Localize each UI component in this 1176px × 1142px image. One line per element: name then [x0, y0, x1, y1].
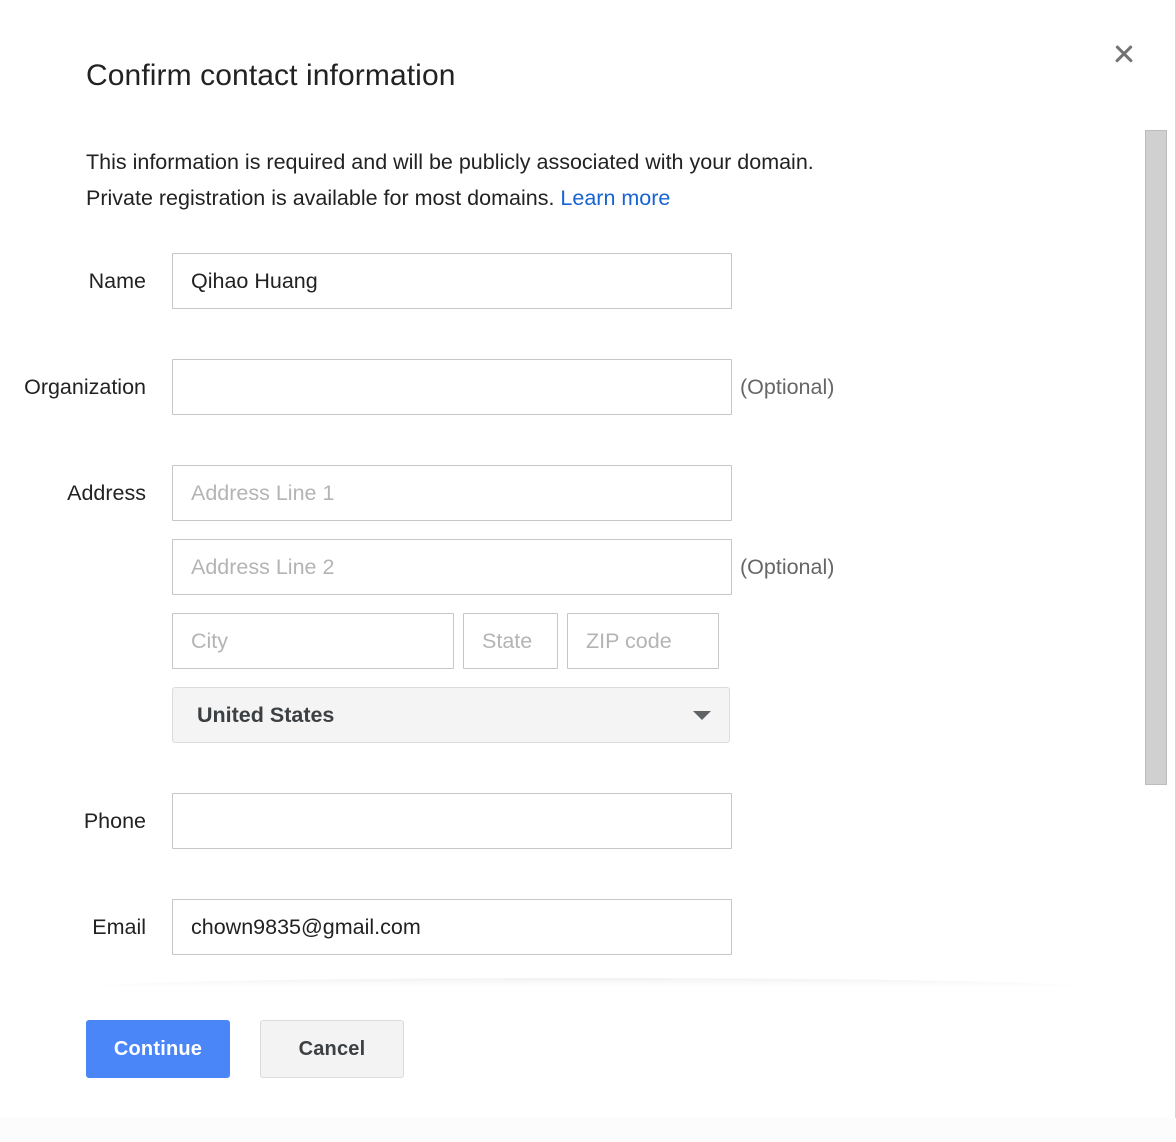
- organization-input[interactable]: [172, 359, 732, 415]
- description-line-2: Private registration is available for mo…: [86, 186, 555, 210]
- address-line2-row: (Optional): [172, 539, 834, 595]
- email-label: Email: [92, 915, 146, 939]
- organization-optional-note: (Optional): [740, 375, 835, 399]
- scrollbar-thumb[interactable]: [1145, 130, 1167, 785]
- chevron-down-icon: [693, 710, 711, 720]
- description-line-1: This information is required and will be…: [86, 150, 814, 174]
- dialog-footer: Continue Cancel: [0, 1020, 1176, 1090]
- learn-more-link[interactable]: Learn more: [560, 186, 670, 210]
- country-selected-label: United States: [197, 702, 335, 727]
- country-row: United States: [172, 687, 730, 743]
- city-input[interactable]: [172, 613, 454, 669]
- phone-row: Phone: [0, 793, 732, 849]
- country-select[interactable]: United States: [172, 687, 730, 743]
- address-line1-input[interactable]: [172, 465, 732, 521]
- organization-row: Organization (Optional): [0, 359, 834, 415]
- confirm-contact-information-dialog: Confirm contact information This informa…: [0, 0, 1176, 1142]
- close-icon: [1112, 42, 1136, 66]
- city-state-zip-group: [172, 613, 719, 669]
- bottom-strip: [0, 1118, 1176, 1142]
- phone-label: Phone: [83, 809, 146, 833]
- email-field[interactable]: [172, 899, 732, 955]
- organization-label: Organization: [24, 375, 146, 399]
- zip-code-input[interactable]: [567, 613, 719, 669]
- cancel-button[interactable]: Cancel: [260, 1020, 404, 1078]
- address-line1-row: Address: [0, 465, 732, 521]
- page-title: Confirm contact information: [86, 59, 456, 92]
- name-label: Name: [88, 269, 146, 293]
- state-input[interactable]: [463, 613, 558, 669]
- address-label: Address: [67, 481, 146, 505]
- name-input[interactable]: [172, 253, 732, 309]
- email-row: Email: [0, 899, 732, 955]
- form-scroll-area: Name Organization (Optional) Address (Op…: [0, 228, 1176, 986]
- city-state-zip-row: [172, 613, 719, 669]
- phone-input[interactable]: [172, 793, 732, 849]
- address-line2-input[interactable]: [172, 539, 732, 595]
- name-row: Name: [0, 253, 732, 309]
- continue-button[interactable]: Continue: [86, 1020, 230, 1078]
- address-line2-optional-note: (Optional): [740, 555, 835, 579]
- close-button[interactable]: [1104, 34, 1144, 74]
- dialog-description: This information is required and will be…: [86, 144, 986, 216]
